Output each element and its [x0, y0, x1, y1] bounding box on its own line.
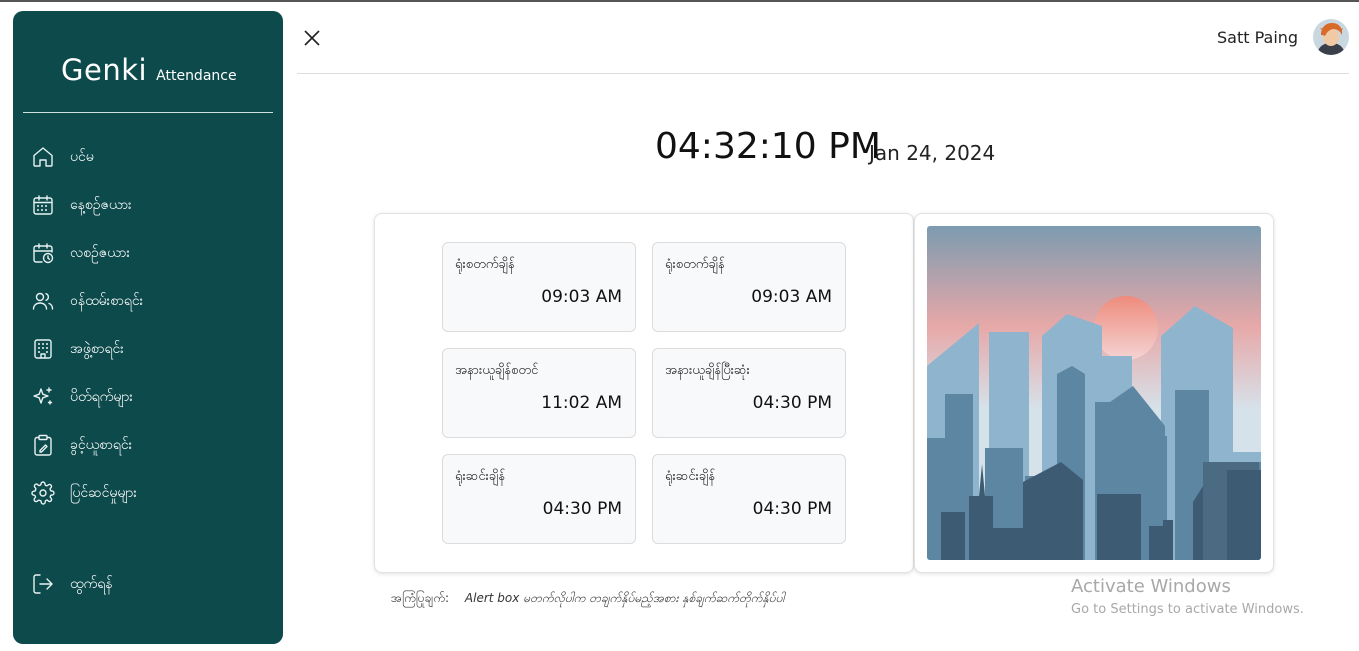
calendar-icon [31, 193, 55, 217]
sidebar-item-daily[interactable]: နေ့စဉ်ဇယား [13, 183, 283, 227]
alert-hint-text: Alert box မတက်လိုပါက တချက်နှိပ်မည့်အစား … [464, 591, 785, 605]
building-icon [31, 337, 55, 361]
tile-time: 04:30 PM [542, 499, 622, 519]
brand-logo: Genki Attendance [61, 53, 237, 87]
sidebar-item-label: လစဉ်ဇယား [70, 245, 130, 261]
sidebar-item-teams[interactable]: အဖွဲ့စာရင်း [13, 327, 283, 371]
activation-watermark-title: Activate Windows [1071, 576, 1231, 597]
brand-name: Genki [61, 53, 148, 87]
users-icon [31, 289, 55, 313]
tile-time: 04:30 PM [752, 499, 832, 519]
schedule-tile[interactable]: အနားယူချိန်ပြီးဆုံး 04:30 PM [652, 348, 846, 438]
alert-hint-prefix: အကြံပြုချက်: [391, 591, 450, 605]
calendar-clock-icon [31, 241, 55, 265]
tile-label: ရုံးစတက်ချိန် [455, 257, 515, 272]
tile-time: 11:02 AM [541, 393, 622, 413]
home-icon [31, 145, 55, 169]
sidebar: Genki Attendance ပင်မ နေ့စဉ်ဇယား လစဉ်ဇယာ… [13, 11, 283, 644]
sidebar-item-holidays[interactable]: ပိတ်ရက်များ [13, 375, 283, 419]
current-date: Jan 24, 2024 [869, 141, 996, 165]
sidebar-item-label: နေ့စဉ်ဇယား [70, 197, 132, 213]
header-divider [297, 73, 1349, 74]
close-icon [304, 30, 320, 46]
logout-button[interactable]: ထွက်ရန် [13, 562, 283, 606]
sidebar-item-monthly[interactable]: လစဉ်ဇယား [13, 231, 283, 275]
sidebar-item-label: ခွင့်ယူစာရင်း [70, 437, 133, 453]
tile-label: အနားယူချိန်စတင် [455, 363, 539, 378]
tile-label: အနားယူချိန်ပြီးဆုံး [665, 363, 750, 378]
tile-time: 09:03 AM [541, 287, 622, 307]
sidebar-item-label: အဖွဲ့စာရင်း [70, 341, 124, 357]
sidebar-item-leave[interactable]: ခွင့်ယူစာရင်း [13, 423, 283, 467]
tile-time: 04:30 PM [752, 393, 832, 413]
schedule-tile[interactable]: ရုံးဆင်းချိန် 04:30 PM [652, 454, 846, 544]
schedule-tile[interactable]: ရုံးဆင်းချိန် 04:30 PM [442, 454, 636, 544]
window-top-border [0, 0, 1359, 2]
user-name: Satt Paing [1217, 28, 1299, 47]
sidebar-item-settings[interactable]: ပြင်ဆင်မှုများ [13, 471, 283, 515]
tile-label: ရုံးစတက်ချိန် [665, 257, 725, 272]
sidebar-item-label: ပင်မ [70, 149, 94, 165]
alert-hint: အကြံပြုချက်: Alert box မတက်လိုပါက တချက်န… [391, 590, 784, 608]
illustration-card [914, 213, 1274, 573]
logout-label: ထွက်ရန် [70, 576, 113, 592]
tile-label: ရုံးဆင်းချိန် [455, 469, 505, 484]
tile-label: ရုံးဆင်းချိန် [665, 469, 715, 484]
schedule-tile[interactable]: အနားယူချိန်စတင် 11:02 AM [442, 348, 636, 438]
schedule-tile[interactable]: ရုံးစတက်ချိန် 09:03 AM [442, 242, 636, 332]
tile-time: 09:03 AM [751, 287, 832, 307]
sidebar-item-employees[interactable]: ဝန်ထမ်းစာရင်း [13, 279, 283, 323]
logout-icon [31, 572, 55, 596]
activation-watermark-subtitle: Go to Settings to activate Windows. [1071, 602, 1304, 617]
schedule-card: ရုံးစတက်ချိန် 09:03 AM ရုံးစတက်ချိန် 09:… [374, 213, 914, 573]
sidebar-item-label: ဝန်ထမ်းစာရင်း [70, 293, 144, 309]
sidebar-item-label: ပြင်ဆင်မှုများ [70, 485, 137, 501]
city-skyline-illustration [927, 226, 1261, 560]
sparkles-icon [31, 385, 55, 409]
avatar[interactable] [1313, 19, 1349, 55]
clipboard-icon [31, 433, 55, 457]
current-time: 04:32:10 PM [655, 126, 881, 167]
brand-subtitle: Attendance [156, 68, 237, 84]
sidebar-item-label: ပိတ်ရက်များ [70, 389, 133, 405]
gear-icon [31, 481, 55, 505]
schedule-tile[interactable]: ရုံးစတက်ချိန် 09:03 AM [652, 242, 846, 332]
close-button[interactable] [300, 26, 324, 50]
sidebar-item-home[interactable]: ပင်မ [13, 135, 283, 179]
brand-divider [23, 112, 273, 113]
